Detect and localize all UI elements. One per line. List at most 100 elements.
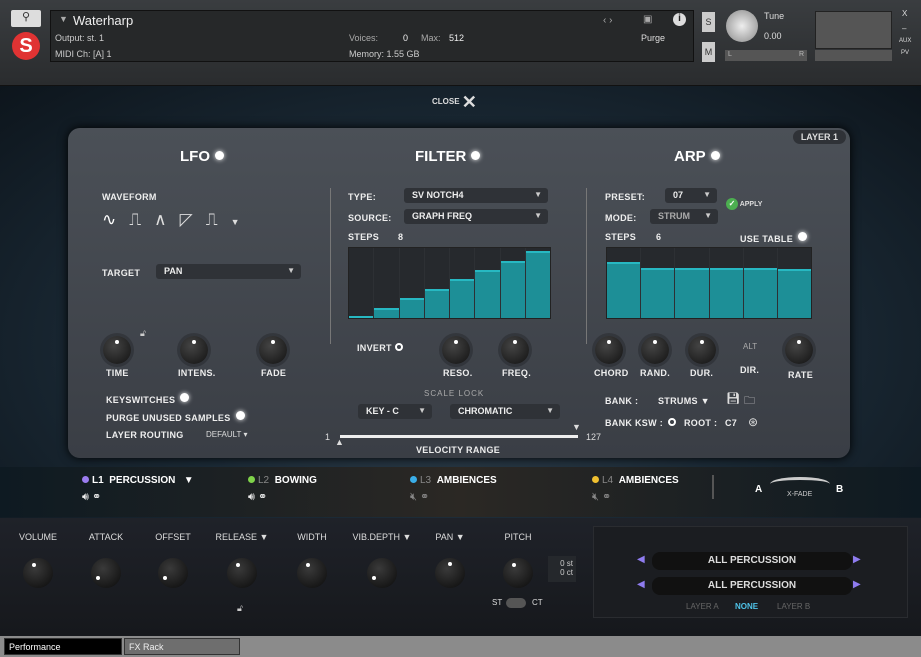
bank-dropdown[interactable]: STRUMS ▼ xyxy=(658,396,710,406)
lock-icon[interactable]: 🔓︎ xyxy=(140,328,146,339)
apply-button[interactable]: ✓ APPLY xyxy=(726,198,762,210)
step-column[interactable] xyxy=(399,248,424,318)
articulation-row-2[interactable]: ALL PERCUSSION xyxy=(652,577,852,595)
instrument-name[interactable]: Waterharp xyxy=(73,13,133,28)
tune-value[interactable]: 0.00 xyxy=(764,31,782,41)
direction-label[interactable]: DIR. xyxy=(740,365,759,375)
mute-button[interactable]: M xyxy=(702,42,715,62)
link-icon[interactable]: ⚭ xyxy=(92,491,101,503)
minimize-button[interactable]: – xyxy=(902,24,906,33)
none-option[interactable]: NONE xyxy=(735,602,758,611)
row2-prev-icon[interactable]: ◀ xyxy=(637,579,645,590)
step-column[interactable] xyxy=(525,248,550,318)
arp-title[interactable]: ARP xyxy=(674,148,720,165)
step-column[interactable] xyxy=(777,248,812,318)
keyswitches-toggle[interactable]: KEYSWITCHES xyxy=(106,393,190,405)
control-knob[interactable] xyxy=(435,558,465,588)
max-voices[interactable]: 512 xyxy=(449,33,464,43)
filter-steps-value[interactable]: 8 xyxy=(398,232,403,242)
control-knob[interactable] xyxy=(367,558,397,588)
output-select[interactable]: Output: st. 1 xyxy=(55,33,104,43)
layer-2[interactable]: L2 BOWING 🔊︎ ⚭ xyxy=(248,475,317,504)
layer-1[interactable]: L1 PERCUSSION ▼ 🔊︎ ⚭ xyxy=(82,475,194,504)
layer-4[interactable]: L4 AMBIENCES 🔇︎ ⚭ xyxy=(592,475,679,504)
step-column[interactable] xyxy=(641,248,675,318)
resonance-knob[interactable] xyxy=(442,336,470,364)
square-wave-icon[interactable]: ⎍ xyxy=(129,210,154,229)
lock-icon[interactable]: 🔓︎ xyxy=(237,603,243,614)
step-column[interactable] xyxy=(500,248,525,318)
filter-type-dropdown[interactable]: SV NOTCH4 xyxy=(404,188,548,203)
volume-slider[interactable] xyxy=(815,50,892,61)
key-dropdown[interactable]: KEY - C xyxy=(358,404,432,419)
step-column[interactable] xyxy=(675,248,709,318)
aux-button[interactable]: AUX xyxy=(899,38,911,44)
xfade-slider[interactable] xyxy=(770,477,830,491)
velocity-range-slider[interactable] xyxy=(340,435,578,438)
frequency-knob[interactable] xyxy=(501,336,529,364)
control-knob[interactable] xyxy=(91,558,121,588)
waveform-more-icon[interactable]: ▼ xyxy=(231,217,253,227)
row1-prev-icon[interactable]: ◀ xyxy=(637,554,645,565)
midi-learn-icon[interactable]: ⊛ xyxy=(748,415,758,429)
use-table-toggle[interactable]: USE TABLE xyxy=(740,232,808,244)
rate-knob[interactable] xyxy=(785,336,813,364)
pan-slider[interactable]: LR xyxy=(725,50,807,61)
pitch-readout[interactable]: 0 st 0 ct xyxy=(548,556,576,582)
purge-menu[interactable]: Purge xyxy=(641,33,665,43)
menu-caret-icon[interactable]: ▼ xyxy=(59,14,68,24)
target-dropdown[interactable]: PAN xyxy=(156,264,301,279)
random-wave-icon[interactable]: ⎍ xyxy=(206,210,231,229)
row2-next-icon[interactable]: ▶ xyxy=(853,579,861,590)
control-knob[interactable] xyxy=(23,558,53,588)
velocity-max-handle-icon[interactable]: ▼ xyxy=(572,422,581,432)
row1-next-icon[interactable]: ▶ xyxy=(853,554,861,565)
speaker-icon[interactable]: 🔊︎ xyxy=(248,491,255,503)
control-knob[interactable] xyxy=(158,558,188,588)
control-knob[interactable] xyxy=(227,558,257,588)
purge-unused-toggle[interactable]: PURGE UNUSED SAMPLES xyxy=(106,411,245,423)
link-icon[interactable]: ⚭ xyxy=(602,491,611,503)
filter-step-graph[interactable] xyxy=(348,247,551,319)
step-column[interactable] xyxy=(607,248,641,318)
step-column[interactable] xyxy=(450,248,475,318)
wrench-icon[interactable]: ⚲ xyxy=(11,10,41,27)
info-icon[interactable]: i xyxy=(673,13,686,26)
muted-speaker-icon[interactable]: 🔇︎ xyxy=(410,491,417,503)
arp-step-graph[interactable] xyxy=(606,247,812,319)
tune-knob[interactable] xyxy=(726,10,758,42)
step-column[interactable] xyxy=(475,248,500,318)
close-instrument-button[interactable]: X xyxy=(902,9,907,18)
camera-icon[interactable]: ▣ xyxy=(643,14,652,25)
step-column[interactable] xyxy=(743,248,777,318)
step-column[interactable] xyxy=(374,248,399,318)
bank-ksw-radio-icon[interactable] xyxy=(668,418,676,426)
layer-routing-dropdown[interactable]: DEFAULT ▾ xyxy=(206,430,248,439)
velocity-min-handle-icon[interactable]: ▲ xyxy=(335,437,344,447)
random-knob[interactable] xyxy=(641,336,669,364)
lfo-intensity-knob[interactable] xyxy=(180,336,208,364)
speaker-icon[interactable]: 🔊︎ xyxy=(82,491,89,503)
chord-knob[interactable] xyxy=(595,336,623,364)
control-knob[interactable] xyxy=(503,558,533,588)
step-column[interactable] xyxy=(424,248,449,318)
link-icon[interactable]: ⚭ xyxy=(258,491,267,503)
arp-steps-value[interactable]: 6 xyxy=(656,232,661,242)
tab-fx-rack[interactable]: FX Rack xyxy=(124,638,240,655)
mode-dropdown[interactable]: STRUM xyxy=(650,209,718,224)
lfo-title[interactable]: LFO xyxy=(180,148,224,165)
save-icon[interactable]: 💾︎ xyxy=(726,392,740,405)
step-column[interactable] xyxy=(349,248,374,318)
layer-3[interactable]: L3 AMBIENCES 🔇︎ ⚭ xyxy=(410,475,497,504)
layer-a-option[interactable]: LAYER A xyxy=(686,602,719,611)
scale-dropdown[interactable]: CHROMATIC xyxy=(450,404,560,419)
sine-wave-icon[interactable]: ∿ xyxy=(102,210,129,229)
saw-wave-icon[interactable]: ◸ xyxy=(180,210,206,229)
close-button[interactable]: CLOSE ✕ xyxy=(432,92,477,113)
solo-button[interactable]: S xyxy=(702,12,715,32)
duration-knob[interactable] xyxy=(688,336,716,364)
link-icon[interactable]: ⚭ xyxy=(420,491,429,503)
preset-dropdown[interactable]: 07 xyxy=(665,188,717,203)
folder-icon[interactable]: 🗀 xyxy=(744,392,755,411)
alt-label[interactable]: ALT xyxy=(743,342,757,351)
